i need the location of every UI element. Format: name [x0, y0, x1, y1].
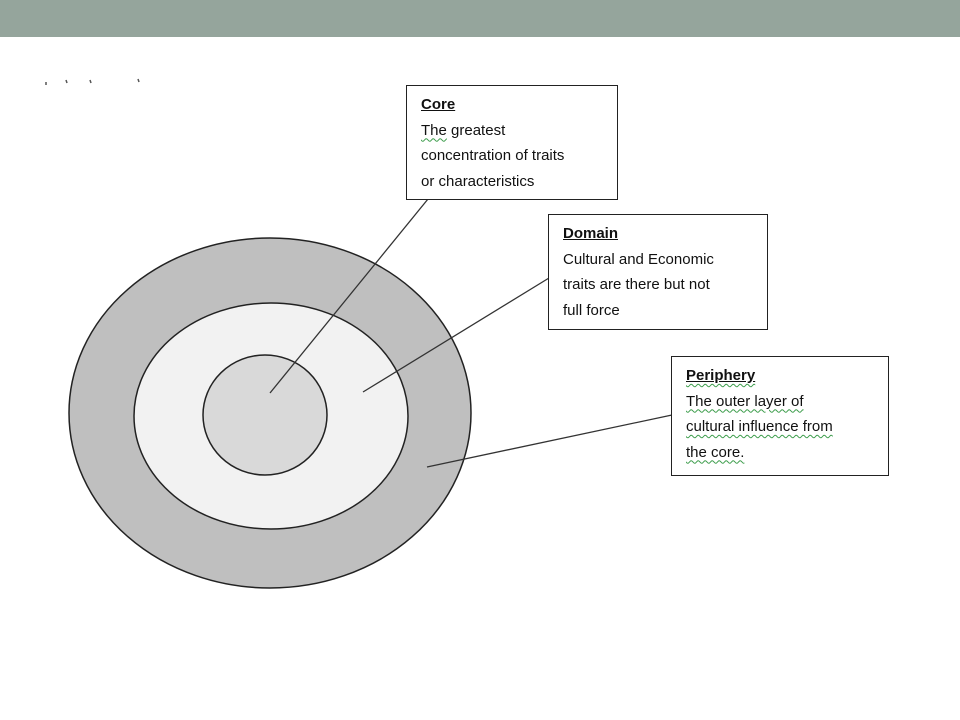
periphery-line-2: cultural influence from — [686, 418, 833, 435]
core-line-2: concentration of traits — [421, 147, 565, 164]
periphery-line-1: The outer layer of — [686, 392, 804, 410]
domain-line-3: full force — [563, 301, 620, 319]
periphery-line-3: the core. — [686, 443, 745, 461]
periphery-heading-text: Periphery — [686, 367, 756, 384]
core-line-1: The greatest — [421, 118, 609, 144]
core-heading: Core — [421, 96, 456, 113]
core-line-1-rest: greatest — [451, 121, 506, 139]
domain-line-2: traits are there but not — [563, 276, 710, 293]
core-line-3: or characteristics — [421, 172, 535, 190]
periphery-heading: Periphery — [686, 363, 880, 389]
domain-heading: Domain — [563, 225, 619, 242]
core-callout: Core The greatest concentration of trait… — [406, 85, 618, 200]
core-line-1-first-word: The — [421, 121, 447, 139]
slide: Core The greatest concentration of trait… — [0, 0, 960, 720]
core-circle — [202, 354, 328, 476]
periphery-callout: Periphery The outer layer of cultural in… — [671, 356, 889, 476]
domain-callout: Domain Cultural and Economic traits are … — [548, 214, 768, 330]
domain-line-1: Cultural and Economic — [563, 250, 714, 268]
